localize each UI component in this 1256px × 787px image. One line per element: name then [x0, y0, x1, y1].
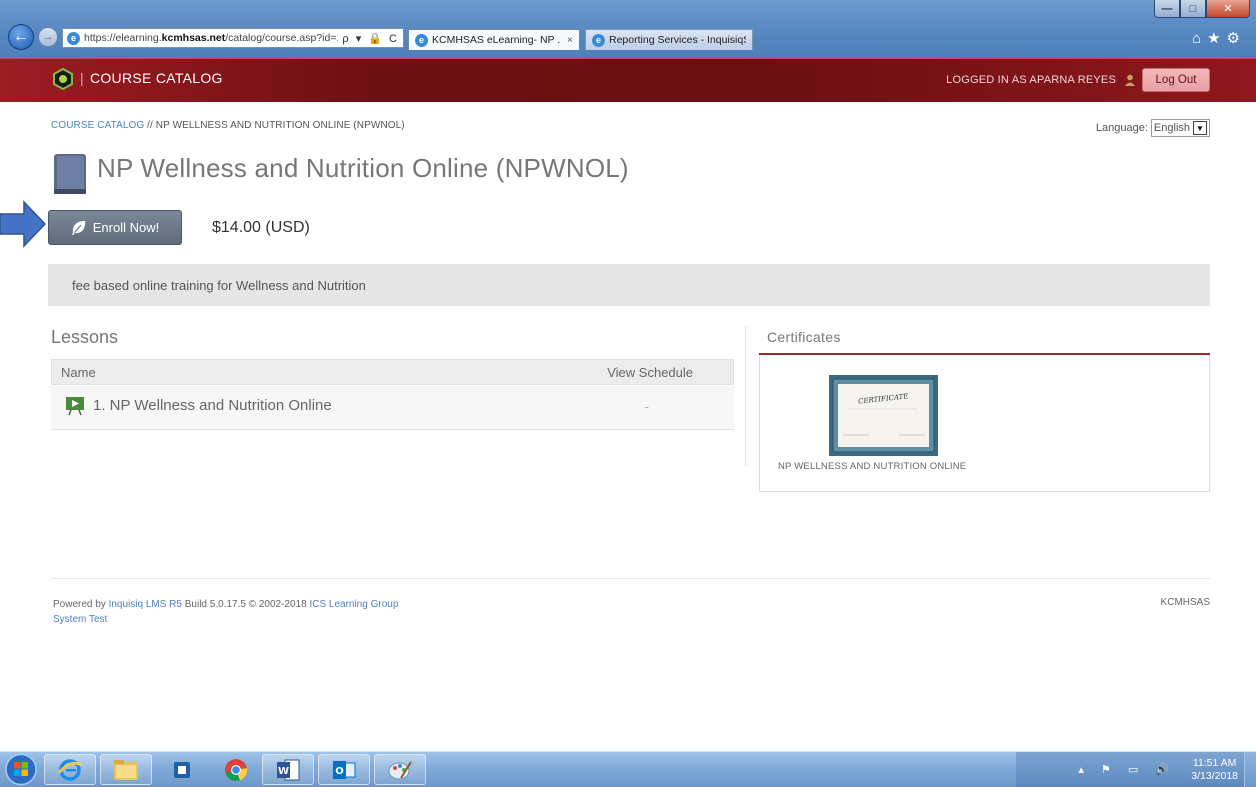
- ics-learning-group-link[interactable]: ICS Learning Group: [309, 599, 398, 610]
- browser-tab-kcmhsas[interactable]: e KCMHSAS eLearning- NP ... ×: [408, 29, 580, 50]
- column-header-name: Name: [61, 365, 96, 380]
- tab-label: Reporting Services - InquisiqSi...: [609, 34, 746, 46]
- ie-favicon-icon: e: [67, 31, 80, 45]
- tray-icons[interactable]: ▴ ⚑ ▭ 🔊: [1078, 763, 1176, 776]
- footer-powered-by: Powered by Inquisiq LMS R5 Build 5.0.17.…: [53, 599, 399, 625]
- breadcrumb-course-catalog-link[interactable]: COURSE CATALOG: [51, 120, 144, 131]
- svg-text:W: W: [278, 766, 289, 777]
- arrow-right-icon: →: [42, 31, 54, 43]
- logout-button[interactable]: Log Out: [1142, 68, 1210, 92]
- logo-icon: [53, 68, 73, 90]
- inquisiq-link[interactable]: Inquisiq LMS R5: [109, 599, 182, 610]
- breadcrumb-current: NP WELLNESS AND NUTRITION ONLINE (NPWNOL…: [155, 120, 405, 131]
- address-url[interactable]: https://elearning.kcmhsas.net/catalog/co…: [84, 32, 338, 44]
- ie-favicon-icon: e: [415, 33, 428, 47]
- certificates-panel: CERTIFICATE NP WELLNESS AND NUTRITION ON…: [759, 355, 1210, 492]
- lessons-heading: Lessons: [51, 327, 119, 347]
- forward-button[interactable]: →: [38, 27, 58, 47]
- certificate-image[interactable]: CERTIFICATE: [829, 375, 938, 456]
- system-tray: ▴ ⚑ ▭ 🔊 11:51 AM 3/13/2018: [1016, 752, 1256, 787]
- breadcrumb: COURSE CATALOG // NP WELLNESS AND NUTRIT…: [51, 120, 405, 131]
- browser-chrome: — □ ✕ ← → e https://elearning.kcmhsas.ne…: [0, 0, 1256, 58]
- address-bar[interactable]: e https://elearning.kcmhsas.net/catalog/…: [62, 28, 404, 48]
- language-label: Language:: [1095, 122, 1148, 134]
- browser-tab-reporting[interactable]: e Reporting Services - InquisiqSi...: [585, 29, 753, 50]
- system-test-link[interactable]: System Test: [53, 614, 107, 625]
- table-row[interactable]: 1. NP Wellness and Nutrition Online -: [51, 386, 734, 430]
- site-title[interactable]: | COURSE CATALOG: [80, 70, 223, 86]
- taskbar-outlook-reminder[interactable]: [156, 754, 208, 785]
- logged-in-status: LOGGED IN AS APARNA REYES: [946, 74, 1136, 86]
- chevron-down-icon[interactable]: ▼: [1193, 121, 1207, 135]
- site-header: | COURSE CATALOG LOGGED IN AS APARNA REYE…: [0, 58, 1256, 102]
- outlook-icon: O: [333, 760, 356, 779]
- column-divider: [745, 326, 746, 466]
- column-header-view-schedule: View Schedule: [607, 365, 693, 380]
- folder-icon: [114, 759, 138, 780]
- certificate-label: NP WELLNESS AND NUTRITION ONLINE: [778, 461, 967, 472]
- outlook-reminder-icon: [174, 761, 190, 778]
- internet-explorer-icon: [58, 758, 82, 781]
- footer-org: KCMHSAS: [1160, 597, 1210, 608]
- paint-icon: [388, 760, 412, 779]
- lesson-name[interactable]: 1. NP Wellness and Nutrition Online: [93, 397, 332, 414]
- window-controls: — □ ✕: [1154, 0, 1250, 18]
- show-desktop-button[interactable]: [1244, 752, 1256, 787]
- taskbar-paint[interactable]: [374, 754, 426, 785]
- video-lesson-icon: [66, 397, 84, 416]
- home-favorites-settings-icon[interactable]: ⌂★⚙: [1192, 29, 1246, 47]
- maximize-button[interactable]: □: [1180, 0, 1206, 18]
- taskbar-outlook[interactable]: O: [318, 754, 370, 785]
- lessons-table-header: Name View Schedule: [51, 359, 734, 385]
- ie-favicon-icon: e: [592, 33, 605, 47]
- windows-taskbar: W O ▴ ⚑ ▭ 🔊 11:51 AM 3/13/2018: [0, 751, 1256, 787]
- user-icon: [1125, 74, 1135, 86]
- taskbar-chrome[interactable]: [210, 754, 262, 785]
- language-select[interactable]: English ▼: [1150, 119, 1210, 137]
- close-window-button[interactable]: ✕: [1206, 0, 1250, 18]
- address-tools-icon[interactable]: ρ ▾ 🔒 C: [342, 32, 399, 45]
- taskbar-word[interactable]: W: [262, 754, 314, 785]
- word-icon: W: [277, 759, 300, 780]
- taskbar-internet-explorer[interactable]: [44, 754, 96, 785]
- tab-close-icon[interactable]: ×: [567, 34, 573, 46]
- course-price: $14.00 (USD): [212, 219, 310, 236]
- clock[interactable]: 11:51 AM 3/13/2018: [1191, 757, 1238, 783]
- arrow-right-icon: [0, 200, 46, 248]
- leaf-icon: [71, 220, 85, 235]
- tab-label: KCMHSAS eLearning- NP ...: [432, 34, 561, 46]
- taskbar-file-explorer[interactable]: [100, 754, 152, 785]
- minimize-button[interactable]: —: [1154, 0, 1180, 18]
- arrow-left-icon: ←: [13, 28, 29, 45]
- footer-divider: [51, 578, 1210, 579]
- certificates-heading: Certificates: [767, 329, 841, 345]
- page-title: NP Wellness and Nutrition Online (NPWNOL…: [97, 153, 629, 183]
- lesson-schedule: -: [644, 399, 649, 414]
- windows-start-icon[interactable]: [3, 753, 39, 786]
- language-selector: Language: English ▼: [1096, 119, 1210, 137]
- chrome-icon: [225, 758, 248, 781]
- book-icon: [54, 154, 86, 194]
- course-description: fee based online training for Wellness a…: [48, 264, 1210, 306]
- svg-text:O: O: [335, 766, 344, 777]
- back-button[interactable]: ←: [8, 24, 34, 50]
- enroll-now-button[interactable]: Enroll Now!: [48, 210, 182, 245]
